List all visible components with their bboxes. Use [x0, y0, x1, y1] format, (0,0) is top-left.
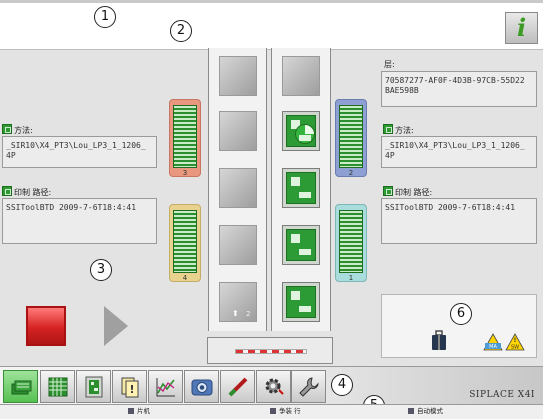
feeder-trolley-3[interactable]: 3: [169, 99, 201, 177]
chart-icon: [156, 378, 175, 397]
board-slot[interactable]: [219, 56, 257, 96]
mode-icon: [408, 408, 414, 414]
luggage-icon[interactable]: [430, 330, 448, 352]
brand-label: SIPLACE X4I: [469, 390, 535, 400]
board[interactable]: [282, 168, 320, 208]
machine-icon: [128, 408, 134, 414]
placement-icon: [11, 380, 32, 395]
toolbar-vision-button[interactable]: [184, 370, 219, 403]
callout-2: 2: [170, 20, 192, 42]
right-print-field: SSIToolBTD 2009-7-6T18:4:41: [381, 198, 537, 244]
right-program-field: _SIR10\X4_PT3\Lou_LP3_1_1206_ 4P: [381, 136, 537, 168]
component-icon: !: [121, 377, 139, 398]
toolbar-placement-button[interactable]: [3, 370, 38, 403]
top-rule: [0, 0, 543, 3]
info-button[interactable]: i: [505, 12, 538, 44]
toolbar-statistics-button[interactable]: [148, 370, 183, 403]
conveyor-transport-button[interactable]: [207, 337, 333, 364]
status-mode: 自动模式: [408, 405, 443, 418]
feeder-trolley-4[interactable]: 4: [169, 204, 201, 282]
pcb-icon: [286, 172, 316, 204]
feeder-slots: [173, 105, 197, 168]
callout-6: 6: [450, 303, 472, 325]
wrench-icon: [299, 377, 319, 397]
feeder-slots: [173, 210, 197, 273]
svg-text:SW: SW: [511, 345, 519, 351]
pcb-icon: [286, 115, 316, 147]
board[interactable]: [282, 225, 320, 265]
toolbar-feeders-button[interactable]: [40, 370, 75, 403]
right-program-label: 方法:: [383, 124, 414, 136]
feeder-trolley-2[interactable]: 2: [335, 99, 367, 177]
board-slot-up[interactable]: ⬆ 2: [219, 282, 257, 322]
board-slot[interactable]: [219, 168, 257, 208]
start-button[interactable]: [104, 306, 128, 346]
right-layer-field: 70587277-AF0F-4D3B-97CB-55D22 BAE598B: [381, 71, 537, 107]
svg-text:!: !: [129, 383, 134, 396]
feeder-grid-icon: [48, 377, 68, 397]
feeder-trolley-1[interactable]: 1: [335, 204, 367, 282]
pcb-icon: [286, 286, 316, 318]
nozzle-icon: [228, 377, 248, 397]
pcb-icon: [286, 229, 316, 261]
board-slot[interactable]: [219, 225, 257, 265]
stop-button[interactable]: [26, 306, 66, 346]
right-layer-label: 层:: [384, 60, 395, 69]
camera-icon: [191, 379, 213, 396]
progress-pie-icon: [295, 124, 315, 144]
production-icon: [270, 408, 276, 414]
callout-1: 1: [94, 6, 116, 28]
callout-4: 4: [331, 374, 353, 396]
toolbar-service-button[interactable]: [291, 370, 326, 403]
status-panel: 6 MA ! SW: [381, 294, 537, 358]
settings-gear-icon: [265, 378, 284, 395]
feeder-slots: [339, 105, 363, 168]
left-print-label: 印制 路径:: [2, 186, 51, 198]
main-toolbar: ! 4 5 SIPLACE X4I: [0, 366, 543, 417]
lock-icon: [383, 124, 393, 134]
status-production: 争装 行: [270, 405, 301, 418]
toolbar-nozzle-button[interactable]: [220, 370, 255, 403]
toolbar-component-button[interactable]: !: [112, 370, 147, 403]
board-slot[interactable]: [219, 111, 257, 151]
board-icon: [85, 376, 103, 398]
feeder-slots: [339, 210, 363, 273]
top-bar: 1 2 i: [0, 0, 543, 50]
board-slot[interactable]: [282, 56, 320, 96]
status-bar: 片机 争装 行 自动模式: [0, 404, 543, 419]
lock-icon: [2, 124, 12, 134]
board-placing[interactable]: [282, 111, 320, 151]
left-program-field: _SIR10\X4_PT3\Lou_LP3_1_1206_ 4P: [2, 136, 157, 168]
info-icon: i: [516, 13, 527, 42]
arrow-up-icon: ⬆: [232, 309, 239, 318]
sw-warning-icon[interactable]: ! SW: [505, 333, 525, 351]
left-print-field: SSIToolBTD 2009-7-6T18:4:41: [2, 198, 157, 244]
svg-text:!: !: [514, 337, 517, 344]
lock-icon: [383, 186, 393, 196]
ma-warning-icon[interactable]: MA: [483, 333, 503, 351]
board[interactable]: [282, 282, 320, 322]
callout-3: 3: [90, 259, 112, 281]
svg-text:MA: MA: [489, 344, 497, 350]
toolbar-settings-button[interactable]: [256, 370, 291, 403]
status-machine: 片机: [128, 405, 150, 418]
conveyor-left-column: ⬆ 2: [208, 48, 267, 331]
right-print-label: 印制 路径:: [383, 186, 432, 198]
conveyor-right-column: [271, 48, 331, 331]
lock-icon: [2, 186, 12, 196]
left-program-label: 方法:: [2, 124, 33, 136]
conveyor-belt-icon: [235, 349, 307, 354]
toolbar-board-button[interactable]: [76, 370, 111, 403]
